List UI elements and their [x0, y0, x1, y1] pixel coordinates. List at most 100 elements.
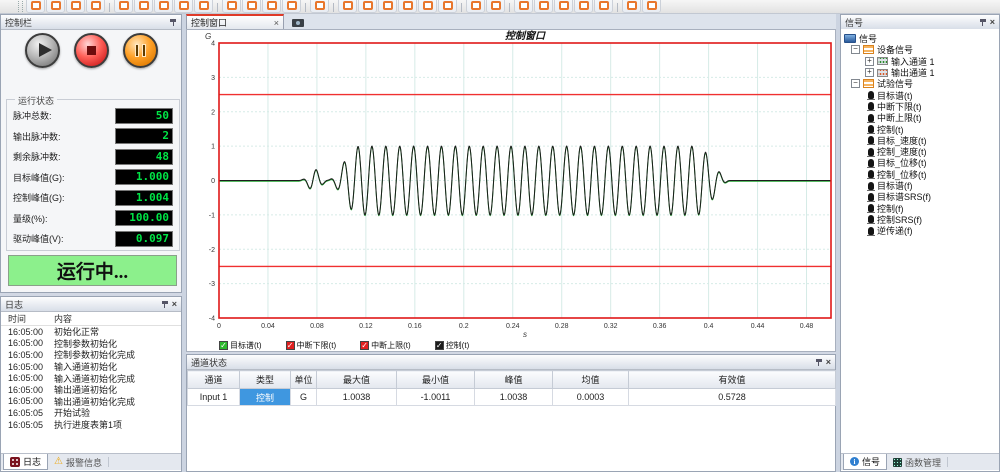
pin-icon[interactable]	[161, 300, 169, 309]
close-icon[interactable]: ×	[172, 300, 177, 309]
toolbar-cursor-button[interactable]	[466, 0, 485, 13]
collapse-icon[interactable]: −	[851, 45, 860, 54]
expand-icon[interactable]: +	[865, 68, 874, 77]
tab-signal[interactable]: i 信号	[843, 454, 887, 470]
legend-checkbox[interactable]: ✓	[219, 341, 228, 350]
layout-5-icon	[423, 1, 433, 10]
stop-button[interactable]	[74, 33, 109, 68]
tab-alarm-label: 报警信息	[66, 456, 102, 469]
log-time: 16:05:05	[1, 408, 52, 418]
open-icon	[51, 1, 61, 10]
close-icon[interactable]: ×	[274, 18, 279, 28]
tab-control-window[interactable]: 控制窗口 ×	[186, 14, 284, 29]
pin-icon[interactable]	[979, 18, 987, 27]
tab-log[interactable]: 日志	[3, 454, 48, 470]
toolbar-undo-button[interactable]	[622, 0, 641, 13]
toolbar-fit-vertical-button[interactable]	[534, 0, 553, 13]
toolbar-pan-button[interactable]	[554, 0, 573, 13]
svg-text:-1: -1	[209, 212, 215, 219]
svg-text:0.08: 0.08	[310, 323, 324, 330]
tab-alarm-info[interactable]: ⚠ 报警信息	[48, 454, 108, 470]
svg-text:0: 0	[217, 323, 221, 330]
tab-function-manager[interactable]: 函数管理	[887, 454, 947, 470]
tab-function-manager-label: 函数管理	[905, 456, 941, 469]
column-header: 有效值	[629, 371, 836, 389]
toolbar-marker-button[interactable]	[486, 0, 505, 13]
toolbar-layout-1-button[interactable]	[338, 0, 357, 13]
toolbar-layout-4-button[interactable]	[398, 0, 417, 13]
legend-checkbox[interactable]: ✓	[435, 341, 444, 350]
log-time: 16:05:00	[1, 373, 52, 383]
field-label: 输出脉冲数:	[13, 130, 61, 143]
signal-tree: 信号 −设备信号+输入通道 1+输出通道 1−试验信号目标谱(t)中断下限(t)…	[841, 29, 999, 453]
run-status-row: 剩余脉冲数:48	[7, 147, 179, 167]
toolbar-settings-button[interactable]	[154, 0, 173, 13]
toolbar-save-button[interactable]	[66, 0, 85, 13]
toolbar-new-button[interactable]	[26, 0, 45, 13]
log-col-content: 内容	[52, 312, 72, 325]
toolbar-schedule-button[interactable]	[174, 0, 193, 13]
signal-icon	[868, 125, 874, 133]
toolbar-transfer-button[interactable]	[282, 0, 301, 13]
pan-icon	[559, 1, 569, 10]
log-row: 16:05:05执行进度表第1项	[1, 419, 181, 431]
signal-icon	[868, 136, 874, 144]
right-splitter[interactable]	[836, 14, 840, 472]
pin-icon[interactable]	[815, 358, 823, 367]
capture-button[interactable]	[288, 16, 308, 29]
signal-icon	[868, 114, 874, 122]
left-splitter[interactable]	[182, 14, 186, 472]
tree-item[interactable]: 逆传递(f)	[841, 225, 999, 236]
control-bar-panel: 控制栏 运行状态 脉冲总数:50输出脉冲数:2剩余脉冲数:48目标峰值(G):1…	[0, 14, 182, 293]
toolbar-clock-button[interactable]	[194, 0, 213, 13]
table-cell: 1.0038	[317, 389, 397, 406]
expand-icon[interactable]: +	[865, 57, 874, 66]
toolbar-zoom-out-button[interactable]	[594, 0, 613, 13]
tree-item[interactable]: 控制SRS(f)	[841, 214, 999, 225]
toolbar-random-wave-button[interactable]	[310, 0, 329, 13]
tree-item[interactable]: 目标谱SRS(f)	[841, 191, 999, 202]
save-icon	[71, 1, 81, 10]
toolbar-separator	[305, 3, 306, 12]
toolbar-open-button[interactable]	[46, 0, 65, 13]
toolbar-layout-5-button[interactable]	[418, 0, 437, 13]
toolbar-save-all-button[interactable]	[86, 0, 105, 13]
collapse-icon[interactable]: −	[851, 79, 860, 88]
toolbar-layout-6-button[interactable]	[438, 0, 457, 13]
toolbar-layout-2-button[interactable]	[358, 0, 377, 13]
warning-icon: ⚠	[54, 457, 63, 467]
field-label: 量级(%):	[13, 212, 48, 225]
close-icon[interactable]: ×	[826, 358, 831, 367]
start-button[interactable]	[25, 33, 60, 68]
close-icon[interactable]: ×	[990, 18, 995, 27]
pin-icon[interactable]	[169, 18, 177, 27]
device-signals-folder-icon	[863, 45, 874, 54]
pause-button[interactable]	[123, 33, 158, 68]
tree-root[interactable]: 信号	[841, 33, 999, 44]
tree-item[interactable]: +输出通道 1	[841, 67, 999, 78]
tree-item[interactable]: 中断上限(t)	[841, 112, 999, 123]
toolbar-zoom-in-button[interactable]	[574, 0, 593, 13]
tree-item[interactable]: −试验信号	[841, 78, 999, 89]
log-time: 16:05:05	[1, 420, 52, 430]
legend-checkbox[interactable]: ✓	[286, 341, 295, 350]
toolbar-signal-y-button[interactable]	[242, 0, 261, 13]
toolbar-layout-3-button[interactable]	[378, 0, 397, 13]
toolbar-abort-button[interactable]	[642, 0, 661, 13]
table-row[interactable]: Input 1控制G1.0038-1.00111.00380.00030.572…	[188, 389, 836, 406]
svg-text:2: 2	[211, 109, 215, 116]
toolbar-export-button[interactable]	[114, 0, 133, 13]
tree-item[interactable]: 控制_位移(t)	[841, 169, 999, 180]
marker-icon	[491, 1, 501, 10]
signal-icon	[868, 102, 874, 110]
legend-checkbox[interactable]: ✓	[360, 341, 369, 350]
toolbar-separator	[617, 3, 618, 12]
svg-text:0.28: 0.28	[555, 323, 569, 330]
svg-text:1: 1	[211, 144, 215, 151]
toolbar-print-button[interactable]	[134, 0, 153, 13]
toolbar-signal-x-button[interactable]	[222, 0, 241, 13]
toolbar-signal-z-button[interactable]	[262, 0, 281, 13]
toolbar-grip[interactable]	[18, 1, 23, 12]
log-row: 16:05:00输入通道初始化完成	[1, 372, 181, 384]
toolbar-fit-horizontal-button[interactable]	[514, 0, 533, 13]
